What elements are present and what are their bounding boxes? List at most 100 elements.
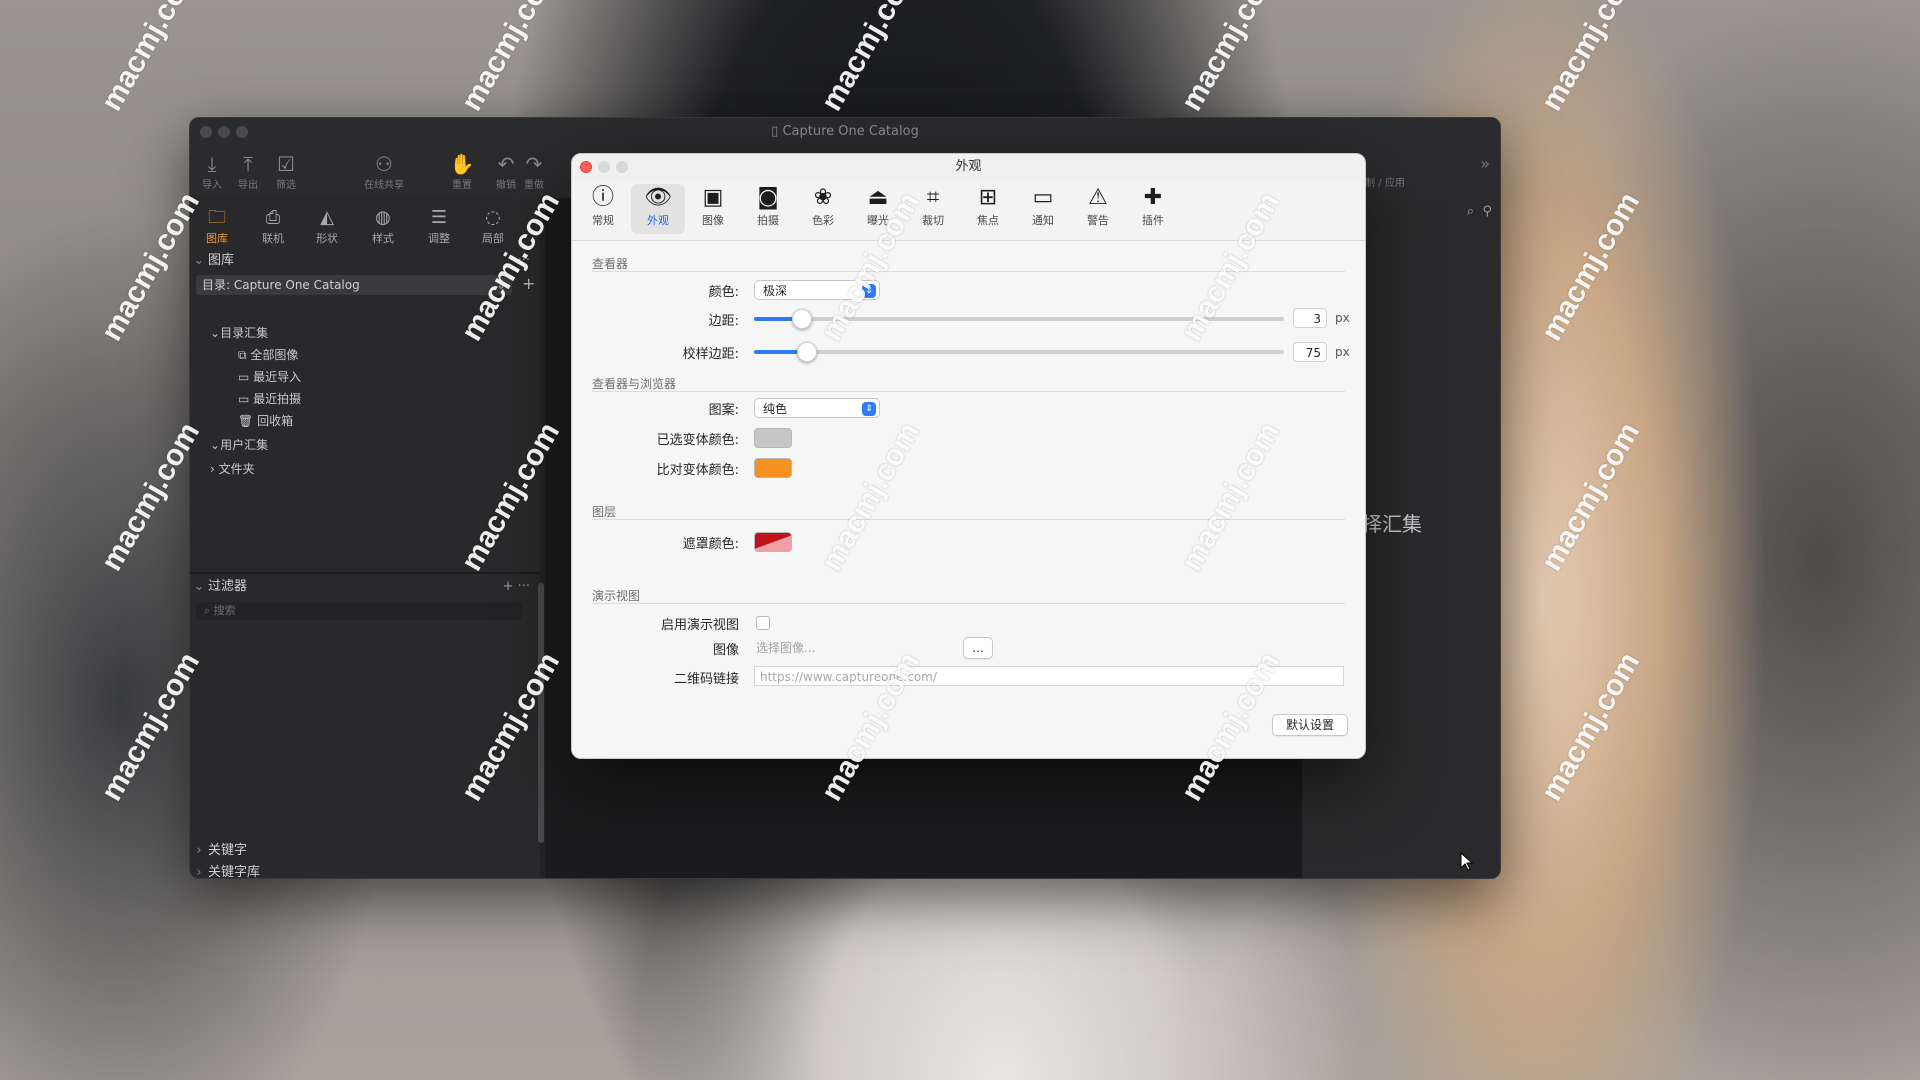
compare-variant-color-swatch[interactable]	[754, 458, 792, 478]
exposure-icon: ⏏	[867, 185, 889, 210]
zoom-dialog-button[interactable]	[616, 161, 628, 173]
tab-exposure-label: 曝光	[867, 214, 889, 227]
restore-defaults-button[interactable]: 默认设置	[1272, 714, 1348, 736]
appearance-preferences-dialog: 外观 ⓘ 常规 👁 外观 ▣ 图像 ◙ 拍摄 ❀ 色彩 ⏏ 曝光 ⌗ 裁切 ⊞ 焦点 ▭ 通知 ⚠…	[571, 153, 1366, 759]
tab-plugins[interactable]: ✚ 插件	[1126, 184, 1180, 234]
trash-label: 回收箱	[257, 414, 294, 428]
tab-style[interactable]: ◍ 样式	[356, 206, 410, 246]
catalog-selector-label: 目录: Capture One Catalog	[202, 278, 360, 292]
viewer-color-select[interactable]: 极深 ⇕	[754, 280, 880, 300]
updown-icon: ⇕	[862, 284, 876, 298]
tab-appearance[interactable]: 👁 外观	[631, 184, 685, 234]
minimize-dialog-button[interactable]	[598, 161, 610, 173]
close-dialog-button[interactable]	[580, 161, 592, 173]
redo-icon: ↷	[525, 152, 543, 176]
trash-icon: 🗑	[238, 414, 258, 428]
folders[interactable]: › 文件夹	[210, 460, 255, 477]
tab-focus-label: 焦点	[977, 214, 999, 227]
app-titlebar: ▯ Capture One Catalog	[190, 118, 1500, 146]
library-section-header[interactable]: ⌄ 图库 ···	[190, 250, 540, 272]
catalog-collections[interactable]: ⌄目录汇集	[210, 324, 268, 341]
tab-crop-label: 裁切	[922, 214, 944, 227]
sliders-icon: ☰	[430, 207, 448, 228]
tab-image-label: 图像	[702, 214, 724, 227]
live-share-button[interactable]: ⚇ 在线共享	[354, 152, 414, 191]
search-icon: ⌕	[204, 604, 214, 617]
plugin-icon: ✚	[1143, 185, 1163, 210]
keywords-section-header[interactable]: › 关键字	[190, 840, 540, 862]
tab-notifications[interactable]: ▭ 通知	[1016, 184, 1070, 234]
library-title: 图库	[208, 253, 235, 268]
catalog-selector[interactable]: 目录: Capture One Catalog ⇕	[196, 275, 512, 295]
filter-check-icon: ☑	[277, 152, 295, 176]
folder-icon: 🗀	[208, 207, 226, 228]
tab-warnings[interactable]: ⚠ 警告	[1071, 184, 1125, 234]
selected-variant-color-swatch[interactable]	[754, 428, 792, 448]
list-item[interactable]: ⧉ 全部图像	[238, 346, 298, 363]
presentation-image-placeholder: 选择图像...	[756, 641, 816, 655]
style-icon: ◍	[375, 207, 391, 228]
dialog-titlebar: 外观	[572, 154, 1365, 180]
proof-margin-unit: px	[1335, 345, 1350, 359]
tab-capture[interactable]: ◙ 拍摄	[741, 184, 795, 234]
keyword-library-section-header[interactable]: › 关键字库	[190, 862, 540, 878]
proof-margin-value-field[interactable]: 75	[1293, 342, 1327, 362]
tab-focus[interactable]: ⊞ 焦点	[961, 184, 1015, 234]
tab-exposure[interactable]: ⏏ 曝光	[851, 184, 905, 234]
list-item[interactable]: 🗑 回收箱	[238, 412, 293, 429]
minimize-window-button[interactable]	[218, 126, 230, 138]
enable-presentation-checkbox[interactable]	[756, 616, 770, 630]
tab-color[interactable]: ❀ 色彩	[796, 184, 850, 234]
close-window-button[interactable]	[200, 126, 212, 138]
zoom-icon[interactable]: ⚲	[1482, 204, 1492, 219]
filters-search-input[interactable]: ⌕ 搜索	[196, 602, 522, 620]
pattern-select[interactable]: 纯色 ⇕	[754, 398, 880, 418]
tab-image[interactable]: ▣ 图像	[686, 184, 740, 234]
add-more-icon[interactable]: + ···	[503, 576, 530, 598]
chevron-right-icon: ›	[196, 843, 202, 858]
list-item[interactable]: ▭ 最近拍摄	[238, 390, 301, 407]
tab-local[interactable]: ◌ 局部	[466, 206, 520, 246]
filter-button[interactable]: ☑ 筛选	[264, 152, 308, 191]
tab-library[interactable]: 🗀 图库	[190, 206, 244, 246]
margin-label: 边距:	[708, 314, 739, 329]
chevron-right-icon: ›	[210, 462, 219, 476]
people-icon: ⚇	[375, 152, 393, 176]
tab-shape[interactable]: ◭ 形状	[300, 206, 354, 246]
camera-icon: ◙	[757, 185, 779, 210]
divider	[592, 603, 1345, 604]
tab-tether[interactable]: ⎙ 联机	[246, 206, 300, 246]
add-icon[interactable]: +	[522, 274, 535, 293]
zoom-window-button[interactable]	[236, 126, 248, 138]
recent-captures-label: 最近拍摄	[253, 392, 302, 406]
hand-icon: ✋	[449, 152, 475, 176]
tab-adjust[interactable]: ☰ 调整	[412, 206, 466, 246]
tab-general[interactable]: ⓘ 常规	[576, 184, 630, 234]
user-collections[interactable]: ⌄用户汇集	[210, 436, 268, 453]
reset-button[interactable]: ✋ 重置	[440, 152, 484, 191]
scrollbar[interactable]	[538, 583, 544, 843]
choose-image-button[interactable]: ...	[963, 637, 993, 659]
app-title: Capture One Catalog	[782, 124, 919, 139]
proof-margin-slider-knob[interactable]	[797, 342, 817, 362]
import-label: 导入	[202, 180, 222, 191]
chevron-right-double-icon[interactable]: »	[1480, 154, 1490, 173]
more-icon[interactable]: ···	[518, 250, 530, 272]
folders-label: 文件夹	[218, 462, 255, 476]
search-icon[interactable]: ⌕	[1467, 204, 1474, 219]
filters-section-header[interactable]: ⌄ 过滤器 + ···	[190, 576, 540, 598]
mask-color-swatch[interactable]	[754, 532, 792, 552]
qr-link-input[interactable]: https://www.captureone.com/	[754, 666, 1344, 686]
chevron-down-icon: ⌄	[193, 253, 205, 268]
redo-button[interactable]: ↷ 重做	[512, 152, 556, 191]
margin-value-field[interactable]: 3	[1293, 308, 1327, 328]
proof-margin-slider[interactable]	[754, 342, 1284, 362]
margin-slider[interactable]	[754, 309, 1284, 329]
list-item[interactable]: ▭ 最近导入	[238, 368, 301, 385]
eye-icon: 👁	[644, 185, 672, 210]
redo-label: 重做	[524, 180, 544, 191]
margin-slider-knob[interactable]	[791, 309, 812, 329]
tab-warnings-label: 警告	[1087, 214, 1109, 227]
tab-crop[interactable]: ⌗ 裁切	[906, 184, 960, 234]
chevron-down-icon: ⌄	[210, 326, 221, 340]
